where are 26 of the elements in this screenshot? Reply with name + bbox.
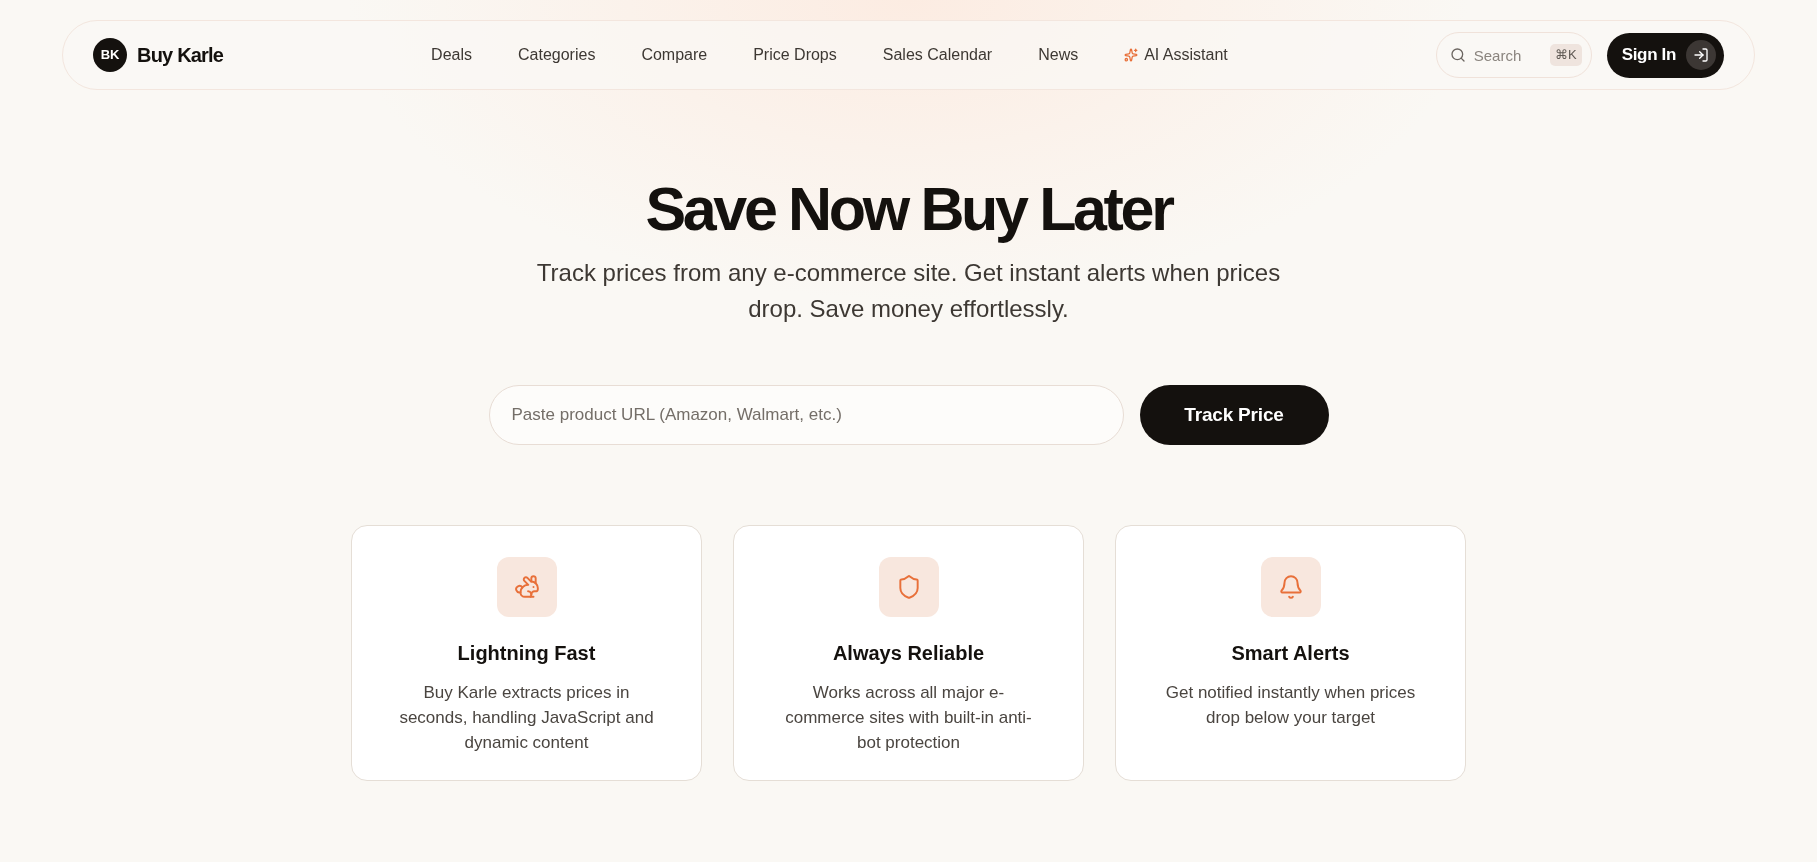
feature-description: Works across all major e-commerce sites with built-in anti-bot protection [784, 682, 1033, 754]
shield-icon [878, 557, 939, 617]
track-price-button[interactable]: Track Price [1139, 385, 1329, 445]
nav-link[interactable]: Price Drops [753, 43, 837, 67]
sparkle-icon [1124, 48, 1139, 62]
logo-mark: BK [93, 38, 127, 72]
nav-link[interactable]: AI Assistant [1124, 43, 1228, 67]
nav-link[interactable]: News [1038, 43, 1079, 67]
hero-subtitle: Track prices from any e-commerce site. Get instant alerts when prices drop. Save money effortlessly. [535, 258, 1282, 324]
feature-title: Lightning Fast [457, 641, 596, 666]
feature-title: Always Reliable [832, 641, 985, 666]
shortcut-hint: ⌘K [1550, 44, 1582, 66]
feature-description: Get notified instantly when prices drop below your target [1164, 682, 1417, 729]
search-icon [1449, 47, 1466, 63]
url-input[interactable]: Paste product URL (Amazon, Walmart, etc.) [488, 385, 1124, 445]
login-icon [1686, 40, 1716, 70]
rabbit-icon [496, 557, 557, 617]
feature-title: Smart Alerts [1231, 641, 1350, 666]
nav-link[interactable]: Compare [641, 43, 708, 67]
nav-link[interactable]: Sales Calendar [882, 43, 993, 67]
brand-name: Buy Karle [137, 43, 224, 68]
feature-description: Buy Karle extracts prices in seconds, handling JavaScript and dynamic content [398, 682, 655, 754]
sign-in-button[interactable]: Sign In [1606, 32, 1724, 78]
bell-icon [1260, 557, 1321, 617]
nav-link[interactable]: Categories [518, 43, 596, 67]
nav-link[interactable]: Deals [431, 43, 472, 67]
